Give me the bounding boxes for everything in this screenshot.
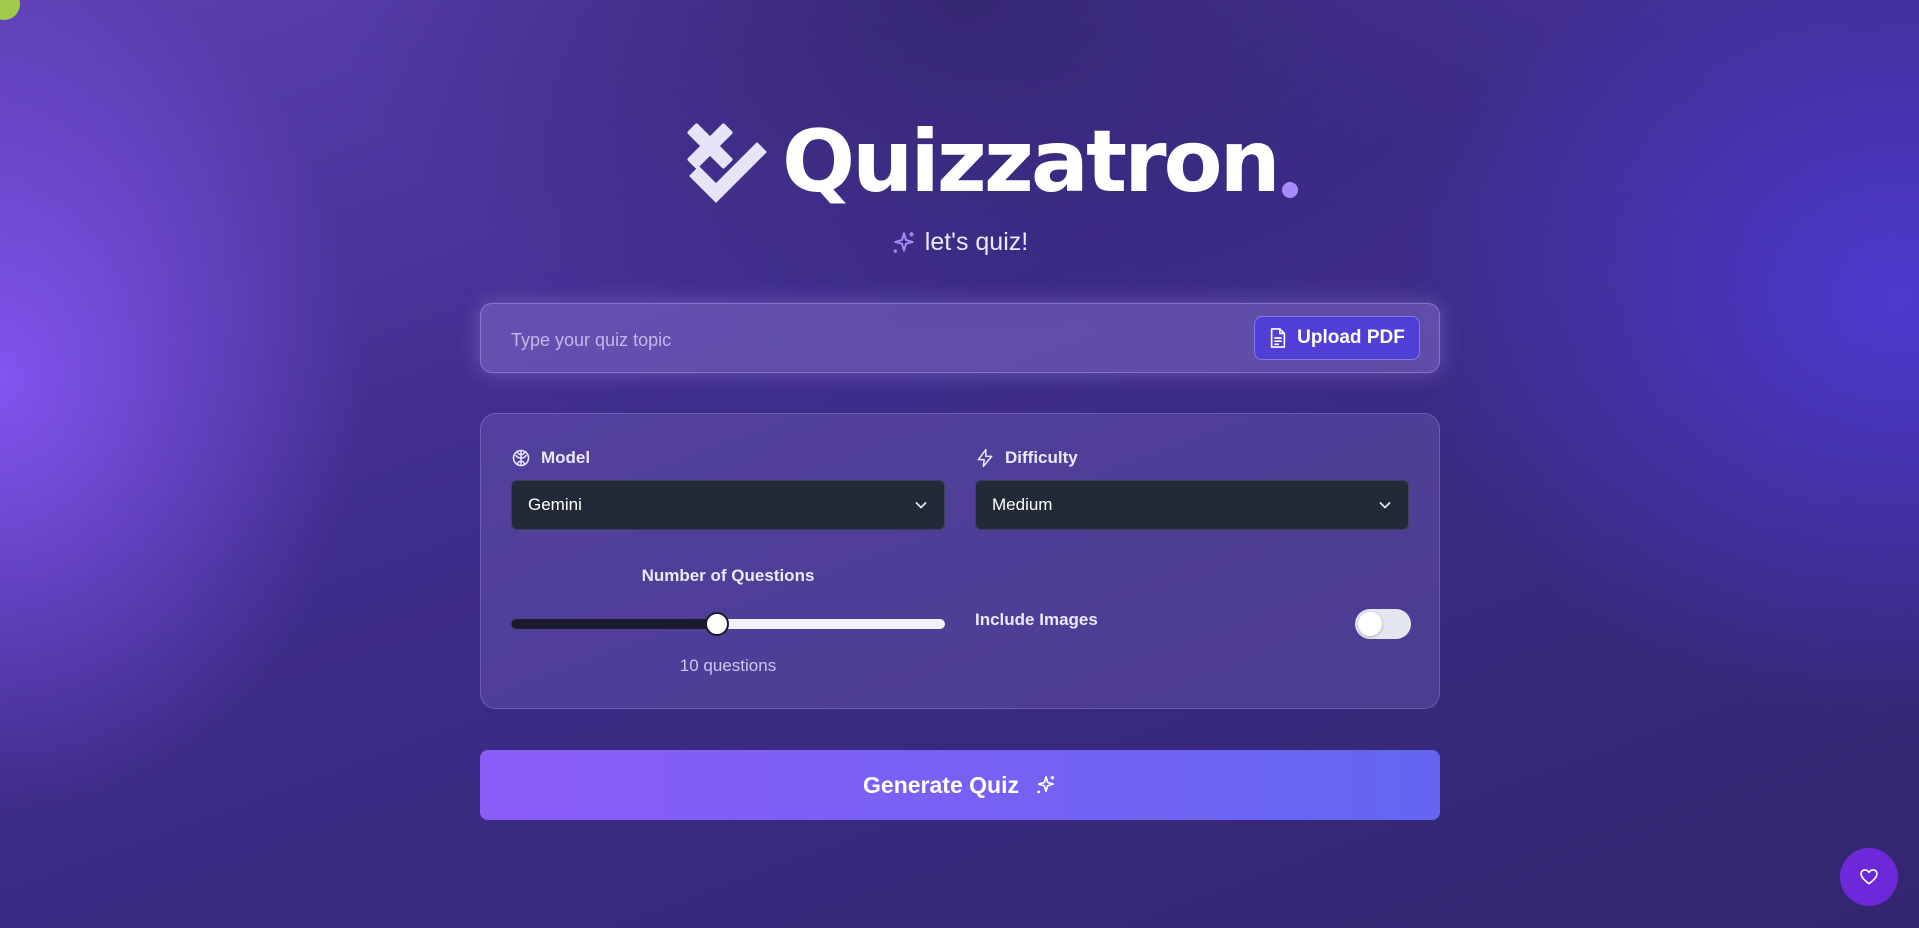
include-images-toggle[interactable] <box>1355 609 1411 639</box>
model-label: Model <box>511 448 590 468</box>
brain-icon <box>512 449 530 467</box>
brand-name: Quizzatron <box>782 112 1281 212</box>
brand-logo: Quizzatron <box>680 112 1298 212</box>
questions-slider-thumb[interactable] <box>705 612 730 636</box>
difficulty-selected-value: Medium <box>992 495 1053 514</box>
topic-input[interactable] <box>509 322 1213 358</box>
difficulty-label-text: Difficulty <box>1005 448 1078 467</box>
upload-pdf-label: Upload PDF <box>1297 327 1405 348</box>
questions-slider-fill <box>511 619 718 629</box>
generate-quiz-label: Generate Quiz <box>863 771 1019 798</box>
questions-slider[interactable] <box>511 612 945 636</box>
difficulty-label: Difficulty <box>975 448 1078 468</box>
toggle-knob <box>1358 612 1382 636</box>
file-icon <box>1270 328 1286 348</box>
topic-bar: Upload PDF <box>480 303 1440 373</box>
zap-icon <box>977 448 993 468</box>
questions-value: 10 questions <box>679 656 777 675</box>
model-selected-value: Gemini <box>528 495 582 514</box>
upload-pdf-button[interactable]: Upload PDF <box>1254 316 1420 360</box>
model-select[interactable]: Gemini <box>511 480 945 530</box>
support-fab-button[interactable] <box>1840 848 1898 906</box>
chevron-down-icon <box>1379 501 1391 509</box>
generate-quiz-button[interactable]: Generate Quiz <box>480 750 1440 820</box>
settings-card: Model Gemini Difficulty Medium Number of… <box>480 413 1440 709</box>
chevron-down-icon <box>915 501 927 509</box>
tagline: let's quiz! <box>0 228 1919 257</box>
heart-icon <box>1860 869 1878 885</box>
tagline-text: let's quiz! <box>924 228 1029 256</box>
difficulty-select[interactable]: Medium <box>975 480 1409 530</box>
sparkles-icon <box>1037 775 1055 794</box>
questions-label: Number of Questions <box>641 566 815 585</box>
x-check-logo-icon <box>687 123 767 203</box>
include-images-label: Include Images <box>975 610 1098 629</box>
corner-indicator-dot <box>0 0 20 20</box>
model-label-text: Model <box>541 448 591 467</box>
sparkles-icon <box>893 231 914 253</box>
brand-dot <box>1281 182 1298 198</box>
